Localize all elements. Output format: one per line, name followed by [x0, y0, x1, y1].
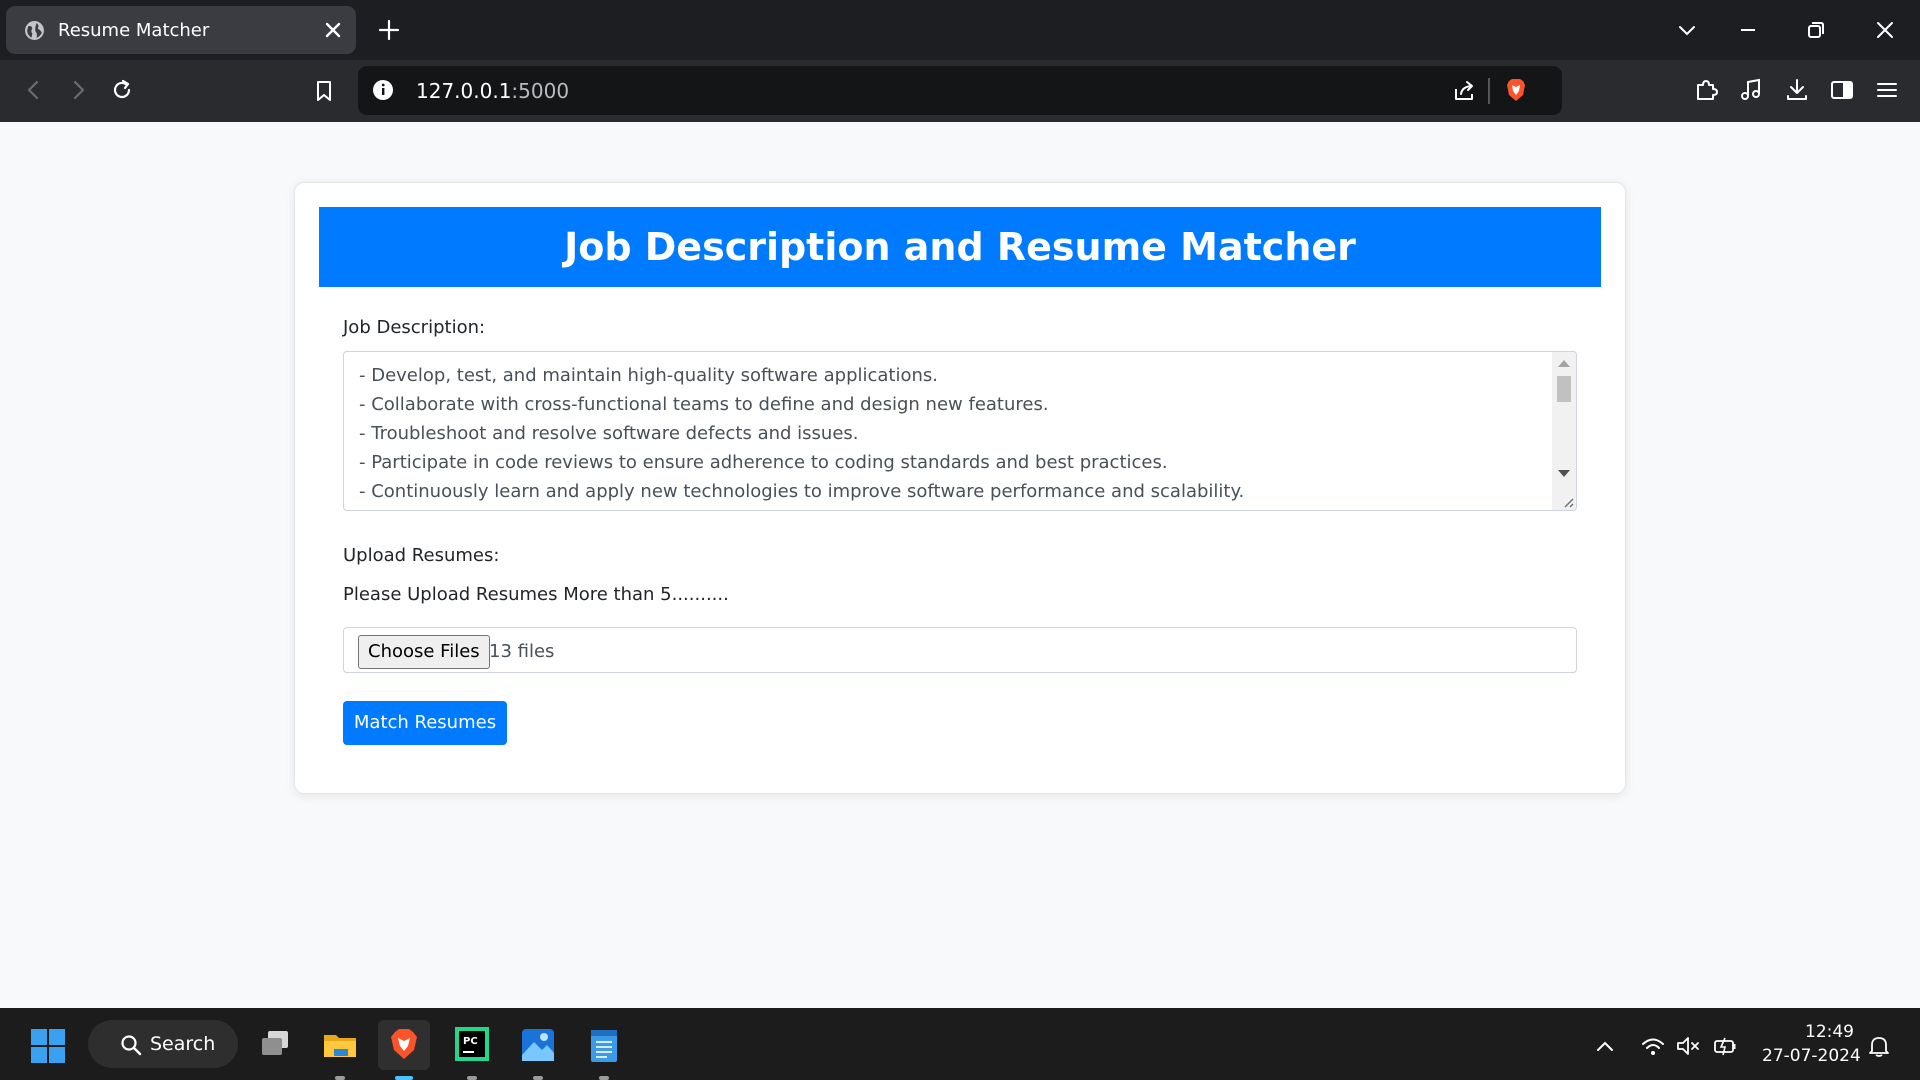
pycharm-icon: PC [455, 1027, 489, 1061]
match-resumes-button[interactable]: Match Resumes [343, 701, 507, 745]
taskbar-task-view[interactable] [250, 1020, 302, 1070]
brave-browser-icon [391, 1029, 417, 1059]
extensions-icon[interactable] [1692, 76, 1720, 104]
resume-file-input[interactable]: Choose Files 13 files [343, 627, 1577, 673]
download-icon[interactable] [1783, 76, 1811, 104]
windows-start-icon[interactable] [30, 1028, 66, 1064]
scrollbar-thumb[interactable] [1557, 376, 1571, 402]
tab-search-chevron-icon[interactable] [1674, 17, 1700, 43]
clock-date: 27-07-2024 [1762, 1046, 1861, 1066]
photos-icon [522, 1029, 554, 1061]
forward-icon[interactable] [64, 76, 92, 104]
url-host: 127.0.0.1 [416, 79, 512, 103]
matcher-card: Job Description and Resume Matcher Job D… [294, 182, 1626, 794]
job-description-line: - Develop, test, and maintain high-quali… [359, 365, 938, 386]
globe-icon [25, 21, 44, 40]
job-description-line: - Troubleshoot and resolve software defe… [359, 423, 859, 444]
running-indicator [335, 1076, 345, 1080]
resize-grip-icon[interactable] [1560, 494, 1574, 508]
bookmark-icon[interactable] [310, 77, 338, 105]
close-tab-icon[interactable] [322, 19, 344, 41]
scroll-down-arrow-icon[interactable] [1558, 470, 1570, 477]
brave-shields-icon[interactable] [1502, 76, 1530, 104]
job-description-textarea[interactable]: - Develop, test, and maintain high-quali… [343, 351, 1577, 511]
site-info-icon[interactable] [372, 79, 394, 101]
browser-toolbar: 127.0.0.1:5000 [0, 60, 1920, 122]
reload-icon[interactable] [108, 76, 136, 104]
new-tab-icon[interactable] [376, 17, 402, 43]
search-icon [121, 1035, 142, 1056]
show-hidden-icons-chevron-icon[interactable] [1592, 1034, 1618, 1058]
page-title: Job Description and Resume Matcher [319, 207, 1601, 287]
restore-icon[interactable] [1803, 17, 1829, 43]
browser-tab-bar: Resume Matcher [0, 0, 1920, 60]
taskbar-search[interactable]: Search [88, 1020, 238, 1068]
browser-tab[interactable]: Resume Matcher [6, 6, 356, 54]
taskbar-notepad[interactable] [578, 1020, 630, 1080]
running-indicator [467, 1076, 477, 1080]
running-indicator [533, 1076, 543, 1080]
close-window-icon[interactable] [1872, 17, 1898, 43]
selected-file-count: 13 files [489, 641, 555, 662]
choose-files-button[interactable]: Choose Files [358, 635, 490, 669]
taskbar: Search PC 12:49 27-07-2024 [0, 1008, 1920, 1080]
wifi-icon[interactable] [1640, 1034, 1666, 1058]
system-clock[interactable]: 12:49 27-07-2024 [1762, 1020, 1861, 1068]
file-explorer-icon [324, 1035, 356, 1057]
taskbar-pycharm[interactable]: PC [446, 1020, 498, 1080]
url-port: :5000 [511, 79, 570, 103]
taskbar-photos[interactable] [512, 1020, 564, 1080]
minimize-icon[interactable] [1735, 17, 1761, 43]
volume-muted-icon[interactable] [1675, 1034, 1701, 1058]
job-description-line: - Collaborate with cross-functional team… [359, 394, 1049, 415]
upload-hint: Please Upload Resumes More than 5.......… [343, 584, 729, 605]
tab-title: Resume Matcher [58, 20, 210, 41]
task-view-icon [262, 1031, 288, 1055]
search-label: Search [150, 1033, 216, 1055]
job-description-text: - Develop, test, and maintain high-quali… [359, 361, 1549, 506]
battery-charging-icon[interactable] [1712, 1034, 1738, 1058]
job-description-label: Job Description: [343, 317, 486, 338]
taskbar-brave[interactable] [378, 1020, 430, 1080]
menu-icon[interactable] [1873, 76, 1901, 104]
back-icon[interactable] [20, 76, 48, 104]
svg-text:PC: PC [463, 1036, 478, 1047]
address-bar-divider [1488, 78, 1490, 104]
url-text: 127.0.0.1:5000 [416, 79, 569, 103]
clock-time: 12:49 [1805, 1022, 1854, 1042]
sidebar-toggle-icon[interactable] [1828, 76, 1856, 104]
active-indicator [395, 1076, 413, 1080]
scroll-up-arrow-icon[interactable] [1558, 360, 1570, 367]
upload-resumes-label: Upload Resumes: [343, 545, 500, 566]
notepad-icon [591, 1030, 617, 1062]
running-indicator [599, 1076, 609, 1080]
share-icon[interactable] [1450, 77, 1478, 105]
address-bar[interactable]: 127.0.0.1:5000 [358, 66, 1562, 115]
notification-bell-icon[interactable] [1866, 1034, 1892, 1058]
textarea-scrollbar[interactable] [1552, 352, 1576, 510]
job-description-line: - Participate in code reviews to ensure … [359, 452, 1168, 473]
taskbar-file-explorer[interactable] [314, 1020, 366, 1080]
media-music-icon[interactable] [1737, 76, 1765, 104]
job-description-line: - Continuously learn and apply new techn… [359, 481, 1245, 502]
